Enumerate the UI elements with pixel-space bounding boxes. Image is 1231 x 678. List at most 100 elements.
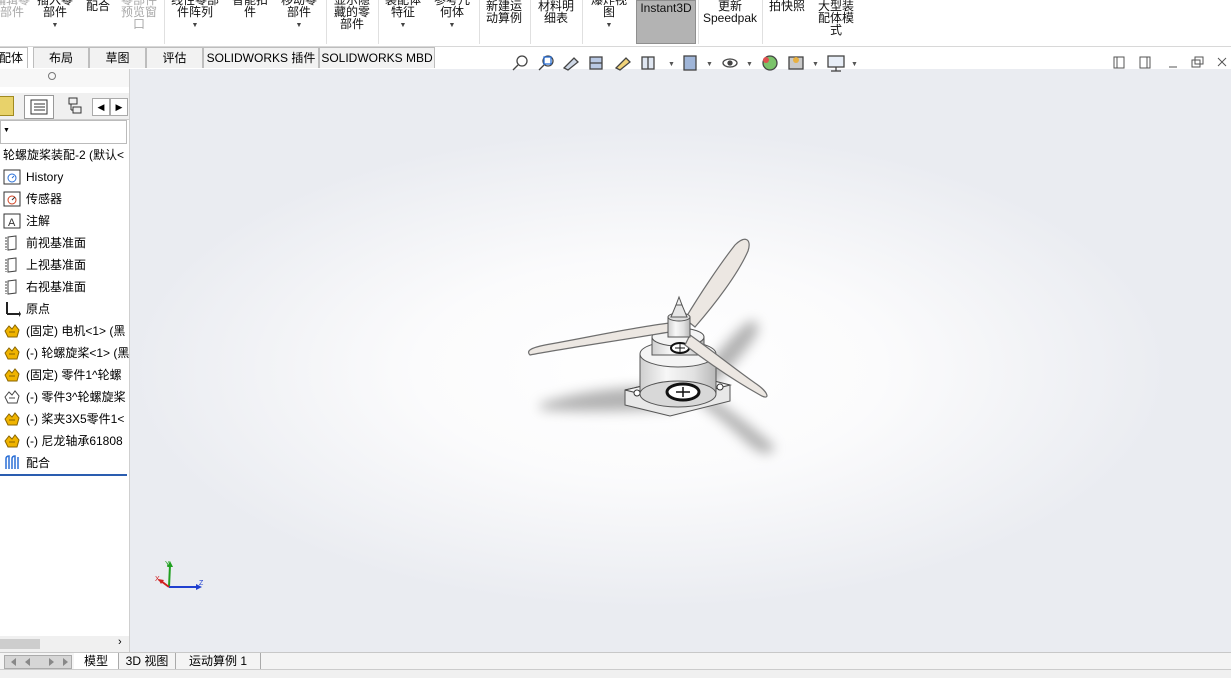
- triad-z-label: Z: [199, 580, 204, 587]
- edit-appearance-icon[interactable]: [762, 55, 778, 71]
- show-hidden-button[interactable]: 显示隐 藏的零 部件: [328, 0, 376, 38]
- take-snapshot-button[interactable]: 拍快照: [764, 0, 810, 44]
- dropdown-arrow-icon[interactable]: ▼: [851, 61, 858, 68]
- tab-assembly[interactable]: 配体: [0, 47, 28, 68]
- triad-y-label: Y: [165, 561, 170, 568]
- tab-solidworks-addins[interactable]: SOLIDWORKS 插件: [203, 47, 319, 68]
- horizontal-scrollbar[interactable]: ›: [0, 636, 129, 652]
- tree-item[interactable]: (固定) 零件1^轮螺: [0, 364, 129, 386]
- tree-item-label: (-) 轮螺旋桨<1> (黑: [26, 346, 129, 360]
- tree-item[interactable]: 原点: [0, 298, 129, 320]
- edit-component-button[interactable]: 编辑零 部件: [0, 0, 32, 38]
- tab-3d-view[interactable]: 3D 视图: [119, 653, 176, 669]
- dropdown-arrow-icon[interactable]: ▼: [668, 61, 675, 68]
- dropdown-arrow-icon[interactable]: ▼: [32, 20, 78, 32]
- dropdown-arrow-icon[interactable]: ▼: [428, 20, 476, 32]
- reference-triad[interactable]: Y Z X: [152, 559, 212, 599]
- component-preview-button[interactable]: 零部件 预览窗 口: [116, 0, 162, 38]
- origin-icon: [3, 301, 21, 317]
- dropdown-arrow-icon[interactable]: ▼: [584, 20, 634, 32]
- tree-root-assembly[interactable]: 轮螺旋桨装配-2 (默认<: [0, 144, 129, 166]
- linear-pattern-button[interactable]: 线性零部 件阵列 ▼: [166, 0, 224, 38]
- dropdown-arrow-icon[interactable]: ▼: [276, 20, 322, 32]
- tree-item[interactable]: 右视基准面: [0, 276, 129, 298]
- apply-scene-icon[interactable]: [788, 56, 804, 70]
- tree-item[interactable]: History: [0, 166, 129, 188]
- close-icon[interactable]: [1217, 57, 1227, 67]
- mate-label: 配合: [85, 0, 110, 13]
- plane-icon: [3, 279, 21, 295]
- dropdown-arrow-icon[interactable]: ▼: [706, 61, 713, 68]
- tree-item[interactable]: 配合: [0, 452, 129, 474]
- tab-scroll-buttons[interactable]: [4, 655, 72, 669]
- restore-icon[interactable]: [1191, 56, 1204, 68]
- panel-header: [0, 69, 129, 87]
- move-component-button[interactable]: 移动零 部件 ▼: [276, 0, 322, 38]
- view-orientation-icon[interactable]: [641, 56, 655, 70]
- zoom-to-area-icon[interactable]: [538, 55, 554, 71]
- zoom-to-fit-icon[interactable]: [512, 55, 528, 71]
- scroll-right-arrow-icon[interactable]: ›: [118, 636, 122, 648]
- dropdown-arrow-icon[interactable]: ▼: [166, 20, 224, 32]
- tab-label: 3D 视图: [125, 654, 169, 668]
- view-settings-icon[interactable]: [827, 55, 845, 72]
- tree-item[interactable]: (-) 轮螺旋桨<1> (黑: [0, 342, 129, 364]
- tab-model[interactable]: 模型: [74, 653, 119, 669]
- ribbon-separator: [326, 0, 327, 44]
- feature-manager-tab-icon[interactable]: [0, 96, 14, 116]
- filter-dropdown-icon[interactable]: ▼: [3, 127, 10, 134]
- insert-component-button[interactable]: 插入零 部件 ▼: [32, 0, 78, 38]
- exploded-view-button[interactable]: 爆炸视 图 ▼: [584, 0, 634, 38]
- mate-button[interactable]: 配合: [80, 0, 116, 44]
- tree-item[interactable]: (固定) 电机<1> (黑: [0, 320, 129, 342]
- tree-item[interactable]: 上视基准面: [0, 254, 129, 276]
- ribbon-separator: [479, 0, 480, 44]
- tab-motion-study-1[interactable]: 运动算例 1: [176, 653, 261, 669]
- property-manager-tab-icon[interactable]: [24, 95, 54, 119]
- tree-filter[interactable]: ▼: [0, 120, 127, 144]
- tab-solidworks-mbd[interactable]: SOLIDWORKS MBD: [319, 47, 435, 68]
- tab-label: SOLIDWORKS 插件: [206, 51, 316, 65]
- update-speedpak-button[interactable]: 更新 Speedpak: [700, 0, 760, 44]
- smart-fasteners-button[interactable]: 智能扣 件: [226, 0, 274, 38]
- feature-manager-panel: ◀ ▶ ▼ 轮螺旋桨装配-2 (默认< History 传感器 A 注解 前视基准面 上视…: [0, 69, 130, 652]
- previous-view-icon[interactable]: [562, 57, 579, 71]
- tree-item[interactable]: A 注解: [0, 210, 129, 232]
- scroll-right-icon[interactable]: ▶: [110, 98, 128, 116]
- ribbon-separator: [582, 0, 583, 44]
- tab-sketch[interactable]: 草图: [89, 47, 146, 68]
- hide-show-items-icon[interactable]: [722, 58, 738, 68]
- instant3d-button[interactable]: Instant3D: [636, 0, 696, 44]
- bill-of-materials-button[interactable]: 材料明 细表: [532, 0, 580, 44]
- dropdown-arrow-icon[interactable]: ▼: [746, 61, 753, 68]
- propeller-motor-model[interactable]: [130, 69, 1231, 652]
- tree-item[interactable]: (-) 尼龙轴承61808: [0, 430, 129, 452]
- graphics-area[interactable]: Y Z X: [130, 69, 1231, 652]
- scrollbar-thumb[interactable]: [0, 639, 40, 649]
- dynamic-annotation-icon[interactable]: [614, 57, 631, 71]
- split-left-icon[interactable]: [1113, 56, 1125, 69]
- tab-layout[interactable]: 布局: [33, 47, 89, 68]
- section-view-icon[interactable]: [589, 56, 603, 70]
- display-style-icon[interactable]: [683, 55, 697, 71]
- viewport-window-controls: [1112, 56, 1227, 70]
- tree-item-label: (固定) 电机<1> (黑: [26, 324, 126, 338]
- configuration-manager-tab-icon[interactable]: [60, 95, 88, 117]
- tree-item[interactable]: 前视基准面: [0, 232, 129, 254]
- large-assembly-mode-button[interactable]: 大型装 配体模 式: [812, 0, 860, 44]
- tree-item[interactable]: 传感器: [0, 188, 129, 210]
- tree-item[interactable]: (-) 零件3^轮螺旋桨: [0, 386, 129, 408]
- dropdown-arrow-icon[interactable]: ▼: [812, 61, 819, 68]
- collapse-handle-icon[interactable]: [48, 72, 56, 80]
- edit-component-label: 编辑零 部件: [0, 0, 30, 19]
- scroll-left-icon[interactable]: ◀: [92, 98, 110, 116]
- reference-geometry-button[interactable]: 参考几 何体 ▼: [428, 0, 476, 38]
- tree-item[interactable]: (-) 桨夹3X5零件1<: [0, 408, 129, 430]
- rollback-bar[interactable]: [0, 474, 127, 476]
- dropdown-arrow-icon[interactable]: ▼: [380, 20, 426, 32]
- assembly-features-button[interactable]: 装配体 特征 ▼: [380, 0, 426, 38]
- new-motion-study-button[interactable]: 新建运 动算例: [481, 0, 527, 44]
- tab-evaluate[interactable]: 评估: [146, 47, 203, 68]
- split-right-icon[interactable]: [1139, 56, 1151, 69]
- annotation-icon: A: [3, 213, 21, 229]
